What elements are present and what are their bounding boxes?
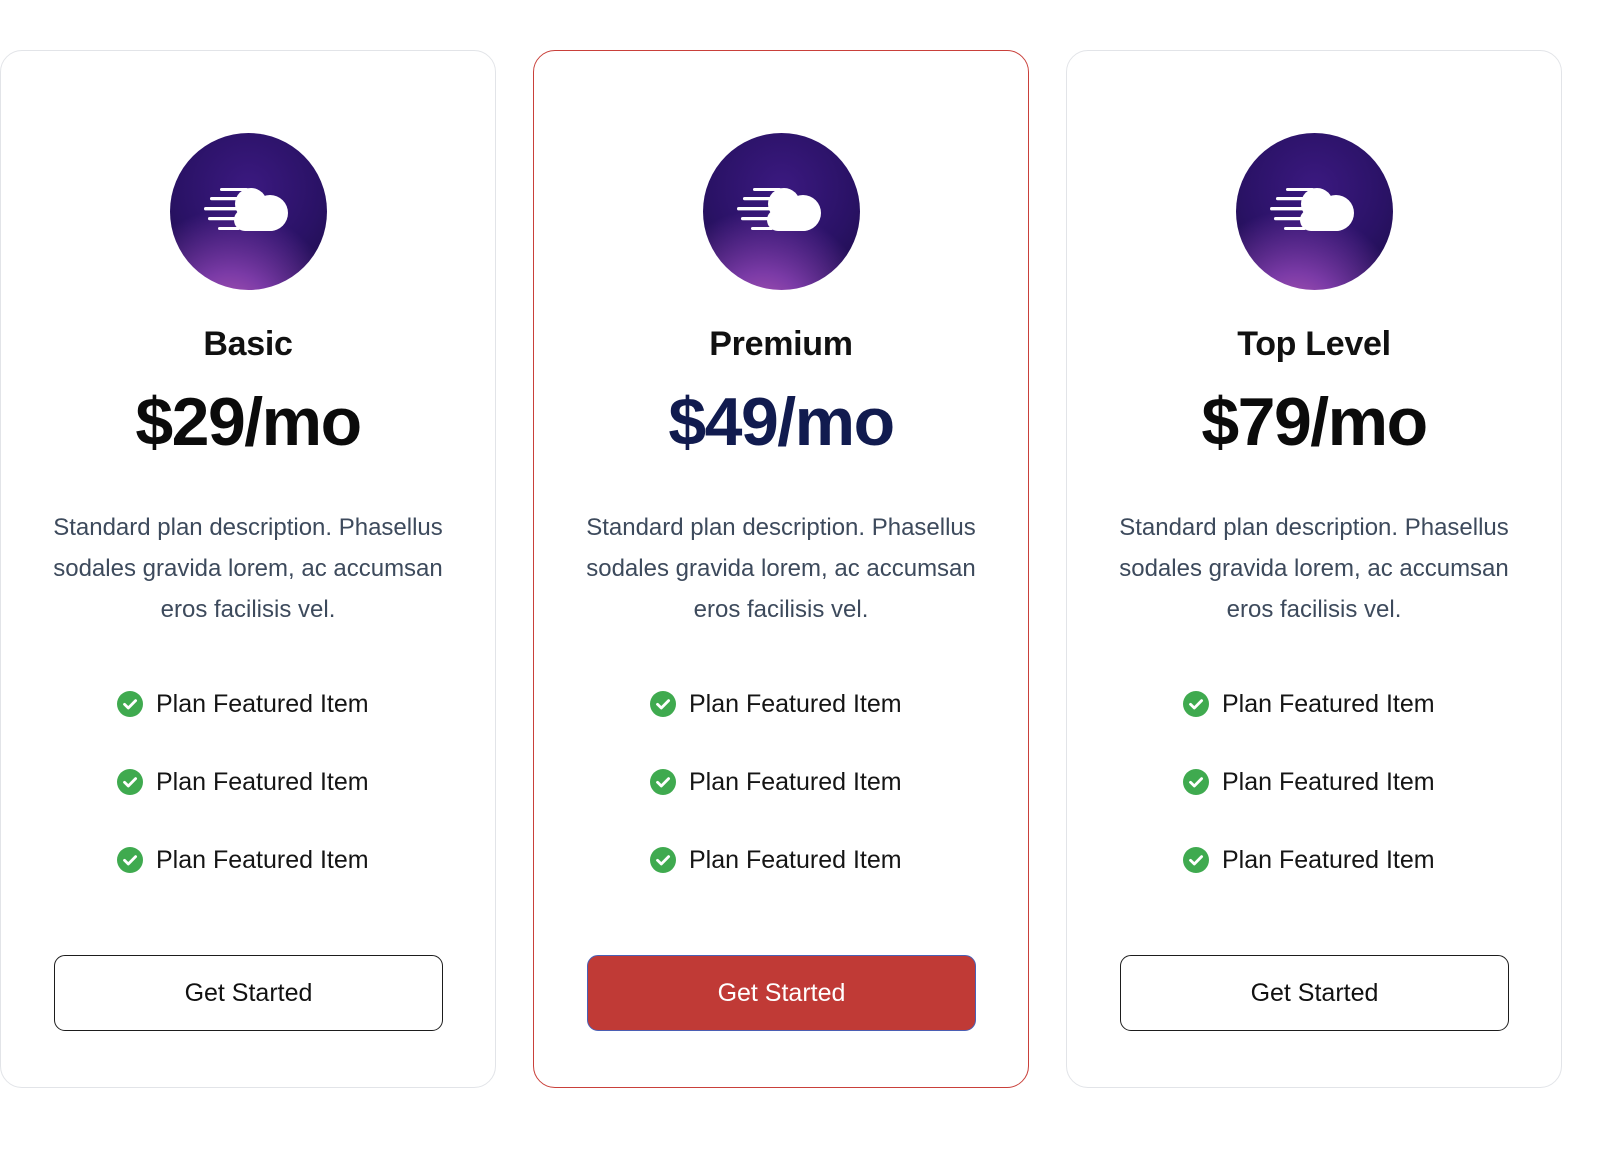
cloud-speed-logo-icon: [703, 133, 860, 290]
feature-item: Plan Featured Item: [1183, 765, 1435, 843]
get-started-button[interactable]: Get Started: [1120, 955, 1509, 1031]
feature-label: Plan Featured Item: [1222, 846, 1435, 874]
plan-description: Standard plan description. Phasellus sod…: [586, 514, 976, 623]
check-circle-icon: [1183, 847, 1209, 873]
check-circle-icon: [1183, 691, 1209, 717]
check-circle-icon: [117, 691, 143, 717]
check-circle-icon: [650, 769, 676, 795]
cloud-speed-logo-icon: [170, 133, 327, 290]
pricing-table: Basic $29/mo Standard plan description. …: [0, 50, 1606, 1088]
plan-name: Basic: [203, 325, 293, 363]
pricing-card-basic: Basic $29/mo Standard plan description. …: [0, 50, 496, 1088]
check-circle-icon: [650, 847, 676, 873]
feature-label: Plan Featured Item: [156, 846, 369, 874]
feature-item: Plan Featured Item: [650, 765, 902, 843]
feature-list: Plan Featured Item Plan Featured Item Pl…: [650, 687, 902, 921]
feature-item: Plan Featured Item: [650, 687, 902, 765]
feature-label: Plan Featured Item: [689, 690, 902, 718]
feature-item: Plan Featured Item: [117, 843, 369, 921]
feature-label: Plan Featured Item: [156, 768, 369, 796]
check-circle-icon: [1183, 769, 1209, 795]
cloud-speed-logo-icon: [1236, 133, 1393, 290]
get-started-button[interactable]: Get Started: [54, 955, 443, 1031]
feature-label: Plan Featured Item: [156, 690, 369, 718]
feature-item: Plan Featured Item: [650, 843, 902, 921]
feature-label: Plan Featured Item: [689, 768, 902, 796]
plan-price: $79/mo: [1201, 384, 1428, 460]
feature-item: Plan Featured Item: [1183, 843, 1435, 921]
pricing-card-premium: Premium $49/mo Standard plan description…: [533, 50, 1029, 1088]
feature-label: Plan Featured Item: [1222, 768, 1435, 796]
pricing-card-top-level: Top Level $79/mo Standard plan descripti…: [1066, 50, 1562, 1088]
feature-list: Plan Featured Item Plan Featured Item Pl…: [117, 687, 369, 921]
plan-price: $49/mo: [668, 384, 895, 460]
feature-label: Plan Featured Item: [689, 846, 902, 874]
plan-description: Standard plan description. Phasellus sod…: [53, 514, 443, 623]
feature-label: Plan Featured Item: [1222, 690, 1435, 718]
plan-price: $29/mo: [135, 384, 362, 460]
plan-name: Premium: [709, 325, 853, 363]
plan-name: Top Level: [1237, 325, 1391, 363]
feature-item: Plan Featured Item: [1183, 687, 1435, 765]
check-circle-icon: [117, 847, 143, 873]
feature-list: Plan Featured Item Plan Featured Item Pl…: [1183, 687, 1435, 921]
feature-item: Plan Featured Item: [117, 687, 369, 765]
check-circle-icon: [650, 691, 676, 717]
check-circle-icon: [117, 769, 143, 795]
feature-item: Plan Featured Item: [117, 765, 369, 843]
get-started-button[interactable]: Get Started: [587, 955, 976, 1031]
plan-description: Standard plan description. Phasellus sod…: [1119, 514, 1509, 623]
